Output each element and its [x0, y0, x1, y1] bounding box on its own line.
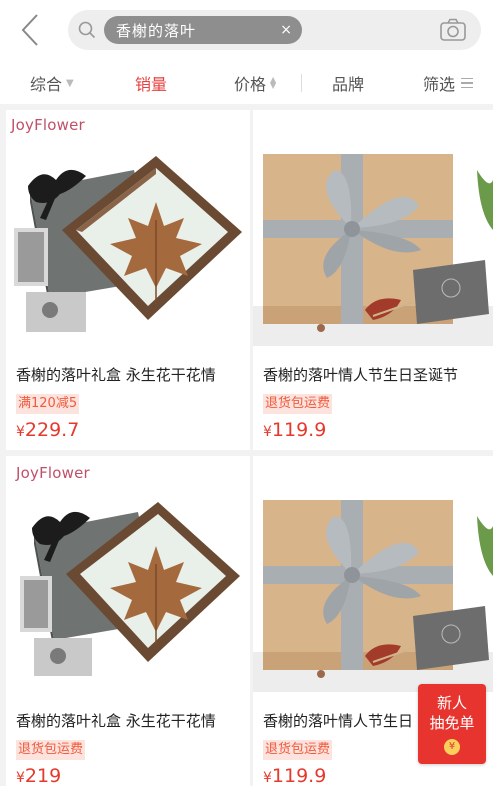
filter-button[interactable]: 筛选 [423, 62, 474, 104]
product-card[interactable]: JoyFlower 香榭的落叶礼盒 永生花干花情 满120减5 ¥229.7 [6, 110, 250, 450]
product-title[interactable]: 香榭的落叶情人节生日圣诞节 [263, 364, 493, 388]
product-image[interactable] [6, 456, 250, 706]
back-button[interactable] [12, 10, 48, 50]
product-image[interactable] [253, 110, 493, 360]
product-image[interactable] [253, 456, 493, 706]
promo-tag: 退货包运费 [263, 394, 333, 414]
top-bar: 香榭的落叶 × [0, 0, 493, 62]
sort-bar: 综合 ▼ 销量 价格 ▲ ▼ 品牌 筛选 [0, 62, 493, 104]
product-price: ¥219 [16, 765, 61, 786]
search-input[interactable]: 香榭的落叶 × [68, 10, 481, 50]
product-price: ¥229.7 [16, 419, 79, 445]
filter-label: 筛选 [423, 75, 456, 94]
search-keyword-text: 香榭的落叶 [116, 21, 197, 40]
promo-tag: 满120减5 [16, 394, 80, 414]
sort-arrows-icon: ▲ ▼ [270, 75, 277, 90]
sort-price-label: 价格 [234, 75, 267, 94]
promo-tag: 退货包运费 [263, 740, 333, 760]
currency-symbol: ¥ [263, 424, 272, 440]
new-user-free-order-badge[interactable]: 新人 抽免单 ¥ [418, 684, 486, 764]
product-title[interactable]: 香榭的落叶情人节生日 [263, 710, 413, 734]
close-icon[interactable]: × [280, 22, 292, 38]
badge-line1: 新人 [436, 694, 467, 712]
search-keyword-chip[interactable]: 香榭的落叶 × [104, 16, 302, 44]
product-price: ¥119.9 [263, 765, 326, 786]
product-title[interactable]: 香榭的落叶礼盒 永生花干花情 [16, 710, 248, 734]
currency-symbol: ¥ [16, 424, 25, 440]
product-card[interactable]: JoyFlower 香榭的落叶礼盒 永生花干花情 退货包运费 ¥219 [6, 456, 250, 786]
badge-line2: 抽免单 [429, 714, 475, 732]
sort-price[interactable]: 价格 ▲ ▼ [234, 62, 276, 104]
caret-down-icon: ▼ [66, 77, 74, 89]
brand-logo: JoyFlower [11, 116, 85, 134]
sort-sales-label: 销量 [135, 75, 168, 94]
filter-lines-icon [461, 77, 474, 89]
promo-tag: 退货包运费 [16, 740, 86, 760]
chevron-left-icon [21, 14, 38, 46]
search-icon [78, 21, 96, 39]
currency-symbol: ¥ [16, 770, 25, 786]
product-title[interactable]: 香榭的落叶礼盒 永生花干花情 [16, 364, 248, 388]
price-value: 119.9 [271, 419, 327, 441]
divider [301, 74, 302, 92]
product-price: ¥119.9 [263, 419, 326, 445]
sort-comprehensive[interactable]: 综合 ▼ [30, 62, 74, 104]
coin-icon: ¥ [444, 739, 460, 755]
price-value: 219 [24, 765, 62, 786]
product-image[interactable] [6, 110, 250, 360]
camera-icon[interactable] [439, 17, 467, 43]
sort-sales[interactable]: 销量 [135, 62, 167, 104]
brand-logo: JoyFlower [16, 464, 90, 482]
price-value: 229.7 [24, 419, 80, 441]
sort-comprehensive-label: 综合 [30, 75, 63, 94]
product-card[interactable]: 香榭的落叶情人节生日圣诞节 退货包运费 ¥119.9 [253, 110, 493, 450]
price-value: 119.9 [271, 765, 327, 786]
sort-brand[interactable]: 品牌 [332, 62, 364, 104]
sort-brand-label: 品牌 [332, 75, 365, 94]
currency-symbol: ¥ [263, 770, 272, 786]
